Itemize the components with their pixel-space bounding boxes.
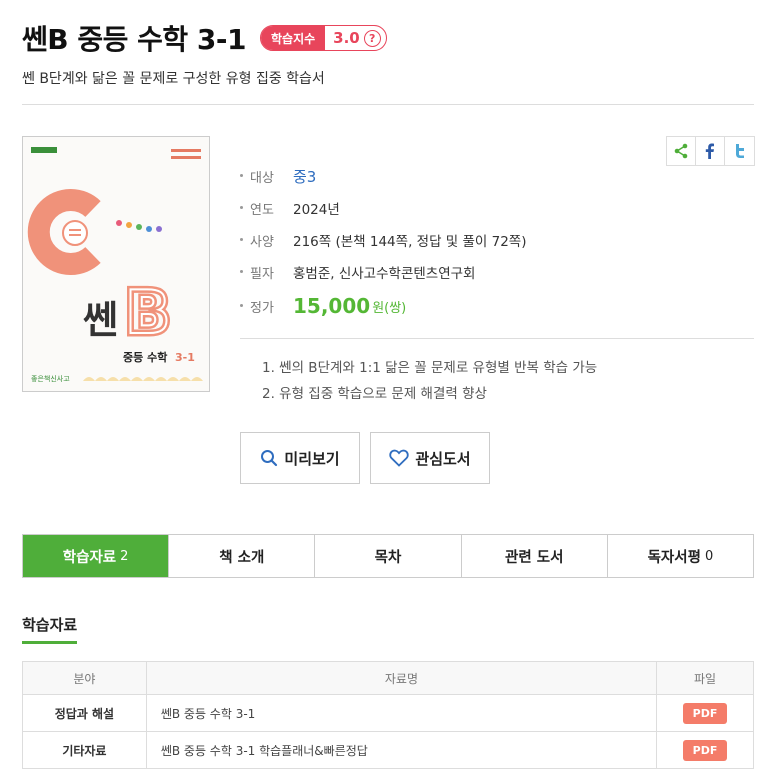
author-label: 필자 (238, 263, 293, 282)
facebook-share-button[interactable] (696, 137, 725, 165)
info-row-year: 연도 2024년 (238, 192, 527, 224)
twitter-icon (735, 144, 744, 158)
materials-section-title: 학습자료 (22, 614, 78, 644)
tab-introduction[interactable]: 책 소개 (169, 535, 316, 577)
search-icon (261, 450, 278, 467)
share-icon (674, 143, 688, 159)
info-row-target: 대상 중3 (238, 160, 527, 192)
tab-label: 독자서평 (647, 549, 701, 566)
pdf-download-button[interactable]: PDF (682, 739, 728, 761)
tab-count: 0 (704, 548, 714, 564)
tab-label: 책 소개 (219, 549, 265, 566)
feature-item: 1. 쎈의 B단계와 1:1 닮은 꼴 문제로 유형별 반복 학습 가능 (262, 360, 598, 376)
score-label: 학습지수 (260, 26, 326, 50)
table-row: 정답과 해설 쎈B 중등 수학 3-1 PDF (22, 694, 754, 732)
price-unit: 원(쌍) (372, 300, 407, 316)
page-subtitle: 쎈 B단계와 닮은 꼴 문제로 구성한 유형 집중 학습서 (22, 71, 325, 87)
tab-label: 목차 (374, 549, 402, 566)
title-row: 쎈B 중등 수학 3-1 학습지수 3.0 ? (22, 18, 387, 58)
features-divider (240, 338, 754, 339)
row-file: PDF (656, 694, 754, 732)
spec-label: 사양 (238, 231, 293, 250)
table-row: 기타자료 쎈B 중등 수학 3-1 학습플래너&빠른정답 PDF (22, 731, 754, 769)
tab-related-books[interactable]: 관련 도서 (462, 535, 608, 577)
spec-value: 216쪽 (본책 144쪽, 정답 및 풀이 72쪽) (293, 234, 527, 250)
tab-label: 학습자료 (62, 549, 117, 566)
materials-table: 분야 자료명 파일 정답과 해설 쎈B 중등 수학 3-1 PDF 기타자료 쎈… (22, 661, 754, 769)
year-value: 2024년 (293, 202, 340, 218)
target-value[interactable]: 중3 (293, 166, 316, 187)
tab-count: 2 (120, 548, 129, 564)
learning-score-badge: 학습지수 3.0 ? (259, 25, 387, 51)
preview-label: 미리보기 (284, 450, 340, 468)
page-title: 쎈B 중등 수학 3-1 (22, 23, 246, 56)
preview-button[interactable]: 미리보기 (240, 432, 360, 484)
share-buttons (666, 136, 755, 166)
score-value: 3.0 (333, 29, 360, 47)
book-info: 대상 중3 연도 2024년 사양 216쪽 (본책 144쪽, 정답 및 풀이… (238, 160, 527, 324)
tab-bar: 학습자료 2 책 소개 목차 관련 도서 독자서평 0 (22, 534, 754, 578)
info-row-spec: 사양 216쪽 (본책 144쪽, 정답 및 풀이 72쪽) (238, 224, 527, 256)
share-button[interactable] (667, 137, 696, 165)
info-row-author: 필자 홍범준, 신사고수학콘텐츠연구회 (238, 256, 527, 288)
pdf-download-button[interactable]: PDF (682, 702, 728, 724)
help-icon[interactable]: ? (363, 29, 381, 47)
row-file: PDF (656, 731, 754, 769)
twitter-share-button[interactable] (725, 137, 754, 165)
price-value: 15,000 (293, 294, 371, 318)
column-header-file: 파일 (656, 661, 754, 695)
info-row-price: 정가 15,000 원(쌍) (238, 288, 527, 324)
cover-series-title: 쎈 (83, 298, 118, 342)
tab-contents[interactable]: 목차 (315, 535, 462, 577)
column-header-category: 분야 (22, 661, 147, 695)
book-cover-image: 쎈 B B 중등 수학 3-1 좋은책신사고 (22, 136, 210, 392)
author-value: 홍범준, 신사고수학콘텐츠연구회 (293, 266, 476, 282)
header-divider (22, 104, 754, 105)
favorite-label: 관심도서 (415, 450, 471, 468)
row-category: 기타자료 (22, 731, 147, 769)
cover-series-letter-inner: B (125, 278, 171, 348)
target-label: 대상 (238, 167, 293, 186)
row-category: 정답과 해설 (22, 694, 147, 732)
table-header-row: 분야 자료명 파일 (22, 661, 754, 695)
cover-book-number: 3-1 (175, 351, 195, 364)
tab-materials[interactable]: 학습자료 2 (23, 535, 170, 577)
column-header-name: 자료명 (145, 661, 658, 695)
tab-reviews[interactable]: 독자서평 0 (608, 535, 753, 577)
feature-list: 1. 쎈의 B단계와 1:1 닮은 꼴 문제로 유형별 반복 학습 가능 2. … (262, 358, 597, 410)
feature-item: 2. 유형 집중 학습으로 문제 해결력 향상 (262, 386, 487, 402)
cover-brand: 좋은책신사고 (31, 374, 70, 383)
favorite-button[interactable]: 관심도서 (370, 432, 490, 484)
row-name: 쎈B 중등 수학 3-1 (145, 694, 658, 732)
cover-book-title: 중등 수학 (123, 350, 167, 364)
heart-icon (389, 449, 410, 467)
facebook-icon (705, 143, 714, 159)
price-label: 정가 (238, 297, 293, 316)
year-label: 연도 (238, 199, 293, 218)
cover-art: 쎈 B B 중등 수학 3-1 좋은책신사고 (23, 137, 209, 391)
action-buttons: 미리보기 관심도서 (240, 432, 490, 484)
row-name: 쎈B 중등 수학 3-1 학습플래너&빠른정답 (145, 731, 658, 769)
tab-label: 관련 도서 (505, 549, 564, 566)
